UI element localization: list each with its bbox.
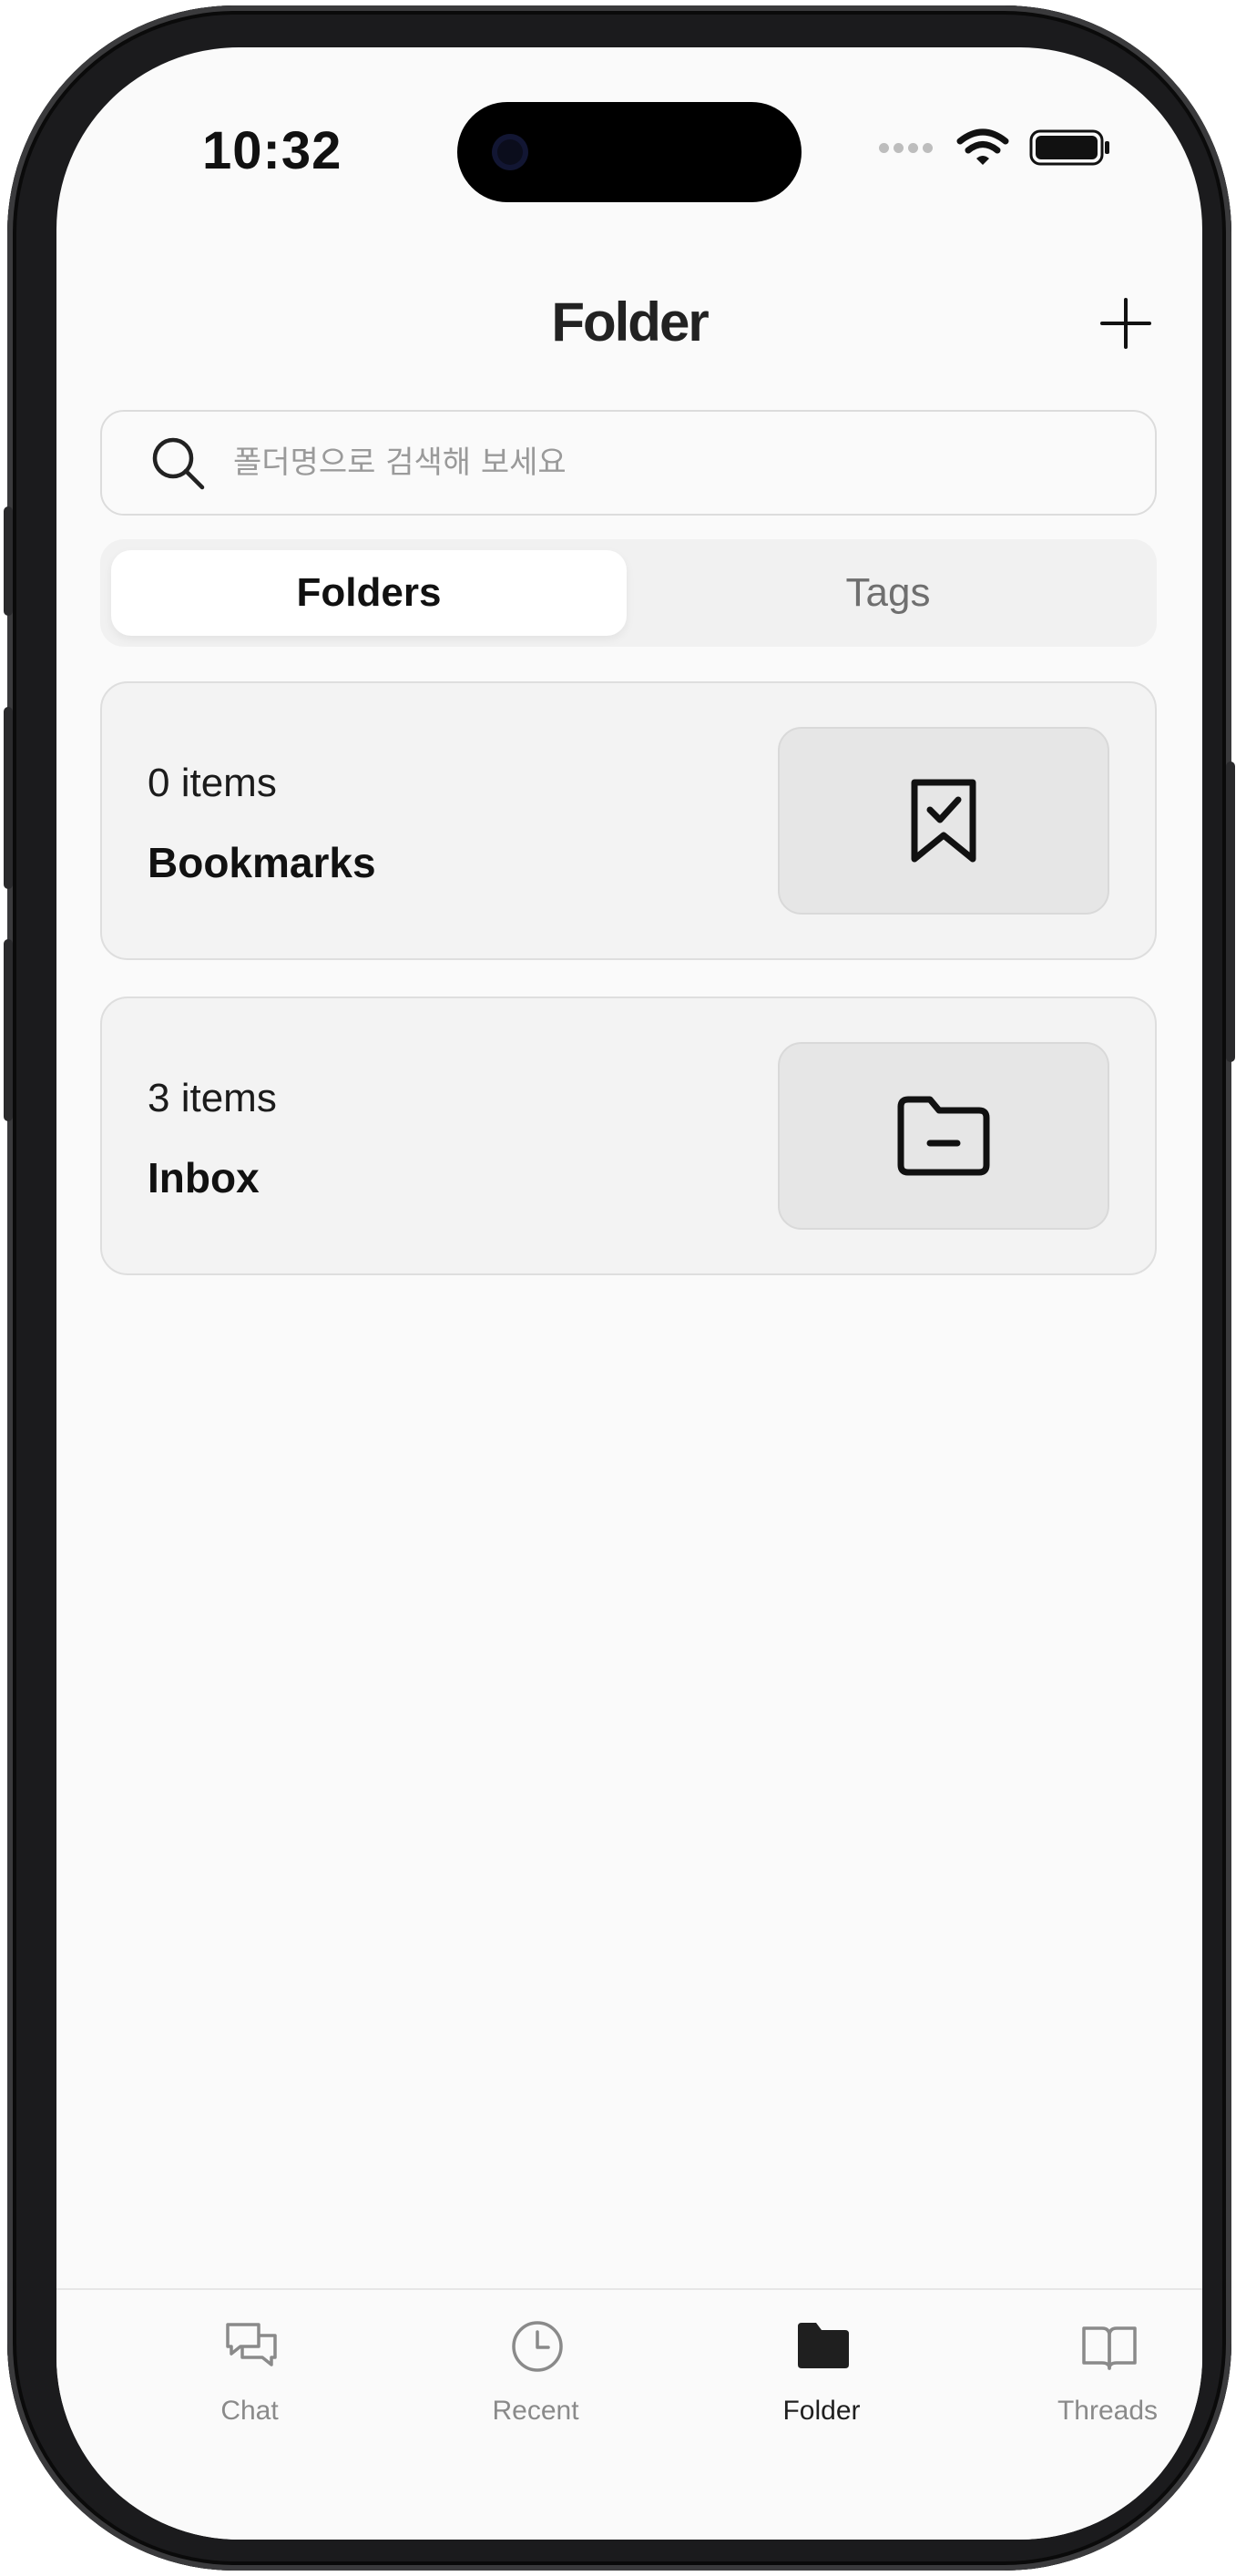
app-screen: 10:32 Folder 폴더명으로 검색해 보세요 Folders Tags … <box>56 47 1202 2540</box>
tab-folders[interactable]: Folders <box>111 550 627 636</box>
search-bar <box>100 410 1157 516</box>
tabbar-label: Chat <box>220 2396 279 2426</box>
tabbar-item-threads[interactable]: Threads <box>1007 2317 1202 2445</box>
phone-volume-down-button <box>4 939 13 1121</box>
folder-item-count: 3 items <box>148 1076 277 1120</box>
tabbar-label: Recent <box>492 2396 579 2426</box>
clock-icon <box>512 2321 563 2372</box>
search-input[interactable] <box>231 444 1155 482</box>
page-title: Folder <box>551 291 709 353</box>
phone-frame: 10:32 Folder 폴더명으로 검색해 보세요 Folders Tags … <box>4 5 1235 2571</box>
battery-icon <box>1029 129 1109 166</box>
wifi-icon <box>956 128 1009 165</box>
phone-power-button <box>1226 762 1235 1062</box>
bookmark-check-icon <box>911 779 976 863</box>
chat-icon <box>226 2323 277 2366</box>
tabbar-label: Threads <box>1057 2396 1159 2426</box>
tabbar-item-folder[interactable]: Folder <box>721 2317 922 2445</box>
search-icon <box>152 437 205 490</box>
folder-item-count: 0 items <box>148 761 277 805</box>
folder-minus-icon <box>897 1096 990 1176</box>
folder-name: Inbox <box>148 1154 260 1201</box>
folder-thumbnail <box>778 1042 1109 1230</box>
folder-icon <box>798 2323 849 2368</box>
header: Folder <box>56 280 1202 362</box>
phone-side-button <box>4 506 13 616</box>
phone-volume-up-button <box>4 707 13 889</box>
status-indicators <box>879 128 1111 168</box>
status-time: 10:32 <box>202 121 342 180</box>
camera-icon <box>492 134 528 170</box>
bottom-tab-bar: Chat Recent Folder Threads <box>56 2288 1202 2540</box>
tab-tags[interactable]: Tags <box>630 550 1146 636</box>
folder-name: Bookmarks <box>148 839 376 886</box>
plus-icon <box>1100 298 1151 349</box>
folder-card-inbox[interactable]: 3 items Inbox <box>100 997 1157 1275</box>
segment-control: Folders Tags <box>100 539 1157 647</box>
tabbar-item-chat[interactable]: Chat <box>149 2317 350 2445</box>
tabbar-label: Folder <box>782 2396 861 2426</box>
dynamic-island <box>457 102 802 202</box>
tabbar-item-recent[interactable]: Recent <box>435 2317 636 2445</box>
add-folder-button[interactable] <box>1098 296 1153 351</box>
signal-icon <box>879 142 933 153</box>
folder-card-bookmarks[interactable]: 0 items Bookmarks <box>100 681 1157 960</box>
folder-thumbnail <box>778 727 1109 915</box>
book-open-icon <box>1082 2326 1137 2370</box>
